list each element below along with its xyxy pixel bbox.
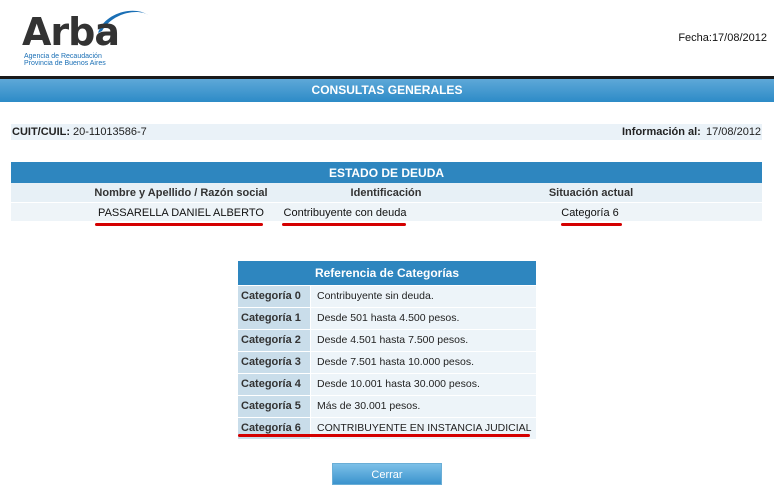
cuit-label: CUIT/CUIL:	[12, 126, 71, 138]
cell-identification: Contribuyente con deuda	[283, 207, 407, 219]
reference-table-title: Referencia de Categorías	[314, 266, 460, 280]
category-description: Desde 7.501 hasta 10.000 pesos.	[311, 352, 536, 373]
column-header-identification: Identificación	[350, 187, 422, 199]
list-item: Categoría 0 Contribuyente sin deuda.	[238, 286, 536, 307]
column-header-status: Situación actual	[548, 187, 634, 199]
info-date-value: 17/08/2012	[706, 126, 762, 138]
highlight-underline-identification	[282, 223, 406, 226]
list-item: Categoría 4 Desde 10.001 hasta 30.000 pe…	[238, 374, 536, 395]
highlight-underline-status	[561, 223, 622, 226]
category-label: Categoría 3	[238, 352, 310, 373]
category-description: Más de 30.001 pesos.	[311, 396, 536, 417]
close-button[interactable]: Cerrar	[332, 463, 442, 485]
highlight-underline-name	[95, 223, 263, 226]
list-item: Categoría 3 Desde 7.501 hasta 10.000 pes…	[238, 352, 536, 373]
category-label: Categoría 2	[238, 330, 310, 351]
cuit-value: 20-11013586-7	[73, 126, 147, 138]
category-label: Categoría 5	[238, 396, 310, 417]
cell-status: Categoría 6	[561, 207, 619, 219]
list-item: Categoría 2 Desde 4.501 hasta 7.500 peso…	[238, 330, 536, 351]
page-title: CONSULTAS GENERALES	[311, 83, 463, 97]
category-label: Categoría 0	[238, 286, 310, 307]
date-label: Fecha:17/08/2012	[678, 32, 767, 44]
list-item: Categoría 5 Más de 30.001 pesos.	[238, 396, 536, 417]
list-item: Categoría 1 Desde 501 hasta 4.500 pesos.	[238, 308, 536, 329]
category-description: Desde 4.501 hasta 7.500 pesos.	[311, 330, 536, 351]
debt-table-title: ESTADO DE DEUDA	[328, 166, 445, 180]
cell-name: PASSARELLA DANIEL ALBERTO	[98, 207, 264, 219]
category-label: Categoría 1	[238, 308, 310, 329]
category-description: Desde 501 hasta 4.500 pesos.	[311, 308, 536, 329]
category-description: Contribuyente sin deuda.	[311, 286, 536, 307]
info-date-label: Información al:	[622, 126, 701, 138]
logo-tagline-province: Provincia de Buenos Aires	[24, 60, 106, 67]
column-header-name: Nombre y Apellido / Razón social	[94, 187, 268, 199]
category-label: Categoría 4	[238, 374, 310, 395]
highlight-underline-category-6	[238, 434, 530, 437]
logo-wordmark: Arba	[22, 10, 120, 54]
category-description: Desde 10.001 hasta 30.000 pesos.	[311, 374, 536, 395]
